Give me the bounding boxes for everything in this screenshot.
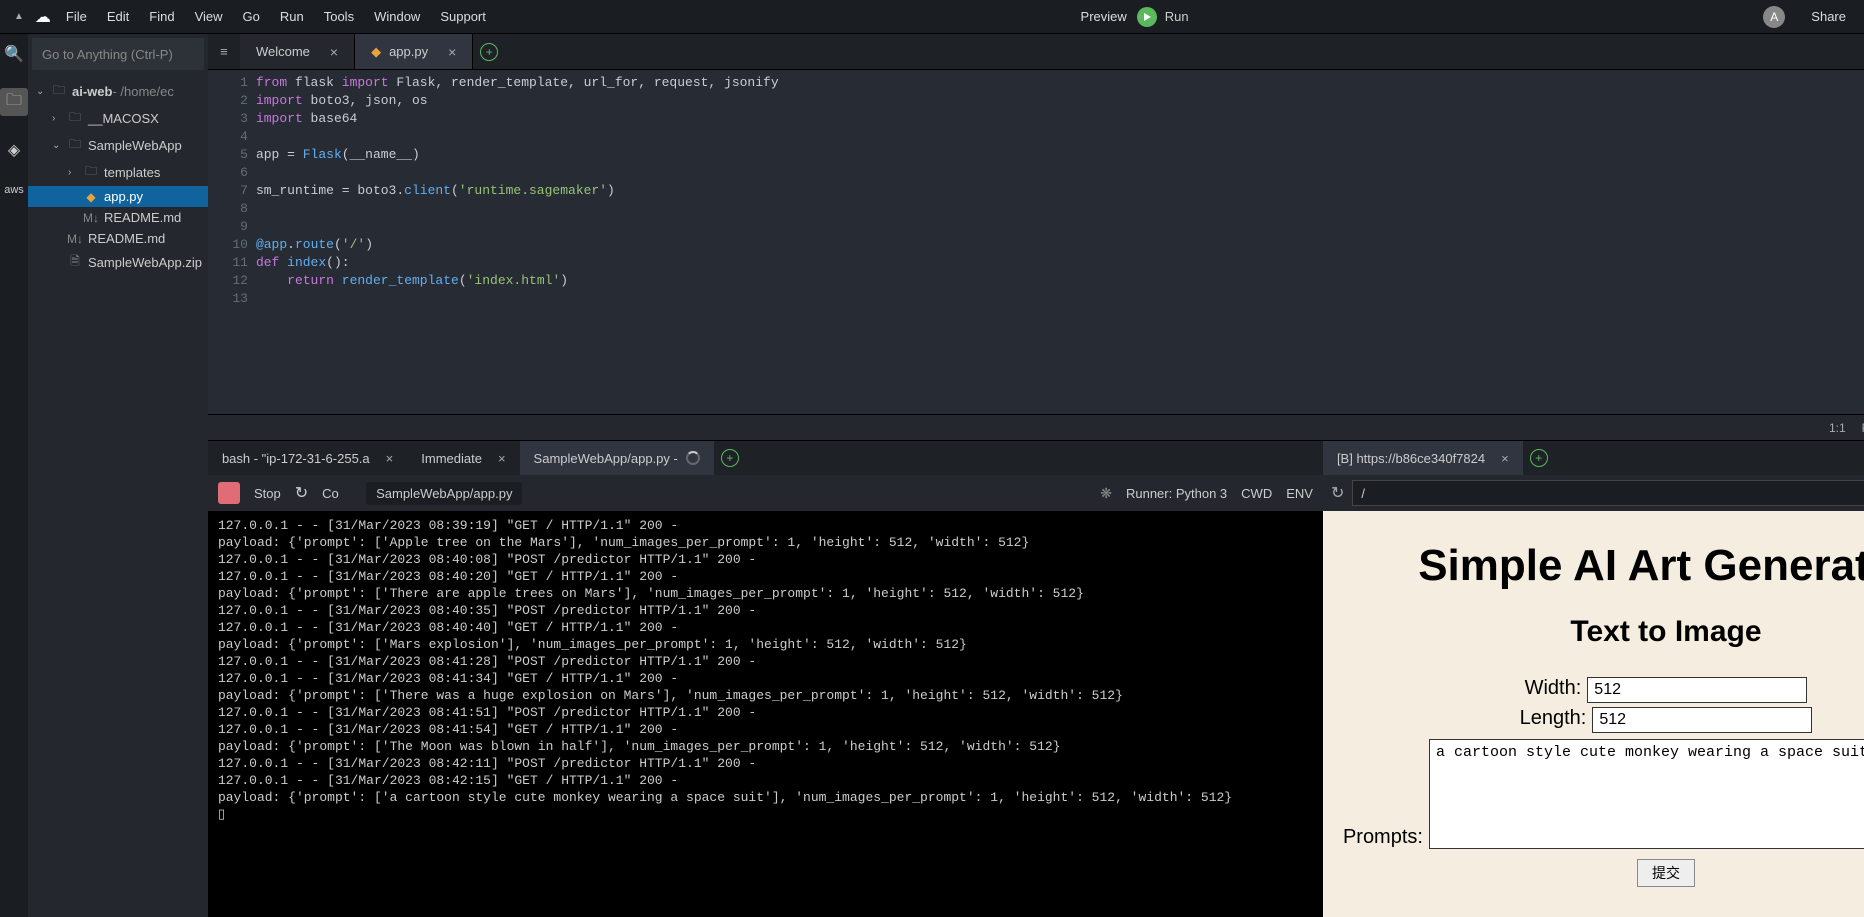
file-explorer: Go to Anything (Ctrl-P) ⌄🗀ai-web - /home… <box>28 34 208 917</box>
submit-button[interactable]: 提交 <box>1637 859 1695 887</box>
close-icon[interactable]: × <box>1501 451 1509 466</box>
menu-support[interactable]: Support <box>430 9 496 24</box>
run-button[interactable]: Run <box>1137 7 1189 27</box>
page-title: Simple AI Art Generator <box>1343 541 1864 591</box>
length-input[interactable] <box>1592 707 1812 733</box>
tree-item-__macosx[interactable]: ›🗀__MACOSX <box>28 105 208 132</box>
stop-label: Stop <box>254 486 281 501</box>
url-input[interactable] <box>1352 480 1864 506</box>
avatar[interactable]: A <box>1763 6 1785 28</box>
tree-item-templates[interactable]: ›🗀templates <box>28 159 208 186</box>
menu-view[interactable]: View <box>185 9 233 24</box>
browser-refresh-icon[interactable] <box>1331 483 1344 503</box>
editor-statusbar: 1:1 Python Spaces: 4 <box>208 414 1864 440</box>
editor-tab-welcome[interactable]: Welcome× <box>240 34 355 69</box>
cursor-position[interactable]: 1:1 <box>1829 421 1846 435</box>
new-browser-tab-button[interactable]: + <box>1523 441 1555 475</box>
top-menubar: ▲ ☁ FileEditFindViewGoRunToolsWindowSupp… <box>0 0 1864 34</box>
environment-icon[interactable]: 🗀 <box>0 88 28 116</box>
menu-window[interactable]: Window <box>364 9 430 24</box>
terminal-tab[interactable]: SampleWebApp/app.py - <box>520 441 714 475</box>
close-icon[interactable]: × <box>386 451 394 466</box>
length-label: Length: <box>1520 707 1587 729</box>
terminal-panel: bash - "ip-172-31-6-255.a×Immediate×Samp… <box>208 441 1323 917</box>
menu-run[interactable]: Run <box>270 9 314 24</box>
preview-button[interactable]: Preview <box>1071 9 1137 24</box>
tree-item-app-py[interactable]: ◆app.py <box>28 186 208 207</box>
cwd-label[interactable]: CWD <box>1241 486 1272 501</box>
menu-find[interactable]: Find <box>139 9 184 24</box>
close-icon[interactable]: × <box>448 44 456 60</box>
tree-item-samplewebapp[interactable]: ⌄🗀SampleWebApp <box>28 132 208 159</box>
search-icon[interactable]: 🔍 <box>0 40 28 68</box>
run-label: Run <box>1165 9 1189 24</box>
width-label: Width: <box>1525 677 1582 699</box>
new-terminal-tab-button[interactable]: + <box>714 441 746 475</box>
cloud9-logo-icon[interactable]: ☁ <box>32 6 54 28</box>
share-button[interactable]: Share <box>1801 9 1856 24</box>
aws-icon[interactable]: aws <box>4 184 24 196</box>
browser-panel: [B] https://b86ce340f7824 × + ❐ × Browse… <box>1323 441 1864 917</box>
collapse-icon[interactable]: ▲ <box>8 11 30 22</box>
hamburger-icon[interactable]: ≡ <box>208 34 240 69</box>
env-label[interactable]: ENV <box>1286 486 1313 501</box>
prompts-label: Prompts: <box>1343 826 1423 849</box>
runner-label[interactable]: Runner: Python 3 <box>1126 486 1227 501</box>
browser-tab[interactable]: [B] https://b86ce340f7824 × <box>1323 441 1523 475</box>
width-input[interactable] <box>1587 677 1807 703</box>
editor-tab-app-py[interactable]: ◆app.py× <box>355 34 473 69</box>
activity-bar: 🔍 🗀 ◈ aws <box>0 34 28 917</box>
terminal-output[interactable]: 127.0.0.1 - - [31/Mar/2023 08:39:19] "GE… <box>208 511 1323 917</box>
prompts-textarea[interactable]: a cartoon style cute monkey wearing a sp… <box>1429 739 1864 849</box>
menu-tools[interactable]: Tools <box>314 9 364 24</box>
play-icon <box>1137 7 1157 27</box>
code-editor[interactable]: 12345678910111213 from flask import Flas… <box>208 70 1864 414</box>
source-control-icon[interactable]: ◈ <box>0 136 28 164</box>
page-subtitle: Text to Image <box>1343 615 1864 649</box>
menu-go[interactable]: Go <box>233 9 270 24</box>
browser-tab-label: [B] https://b86ce340f7824 <box>1337 451 1485 466</box>
tree-item-readme-md[interactable]: M↓README.md <box>28 228 208 249</box>
menu-file[interactable]: File <box>56 9 97 24</box>
close-icon[interactable]: × <box>498 451 506 466</box>
command-label: Co <box>322 486 352 501</box>
refresh-icon[interactable] <box>295 483 308 503</box>
terminal-tab[interactable]: Immediate× <box>407 441 519 475</box>
browser-content: Simple AI Art Generator Text to Image Wi… <box>1323 511 1864 917</box>
bug-icon[interactable] <box>1100 485 1112 502</box>
terminal-tab[interactable]: bash - "ip-172-31-6-255.a× <box>208 441 407 475</box>
command-path[interactable]: SampleWebApp/app.py <box>366 482 522 505</box>
tree-item-samplewebapp-zip[interactable]: 🗎SampleWebApp.zip <box>28 249 208 276</box>
code-content[interactable]: from flask import Flask, render_template… <box>256 70 1864 414</box>
editor-tabbar: ≡ Welcome×◆app.py× + <box>208 34 1864 70</box>
stop-button[interactable] <box>218 482 240 504</box>
goto-anything-input[interactable]: Go to Anything (Ctrl-P) <box>32 38 204 70</box>
tree-root[interactable]: ⌄🗀ai-web - /home/ec <box>28 78 208 105</box>
menu-edit[interactable]: Edit <box>97 9 139 24</box>
close-icon[interactable]: × <box>330 44 338 60</box>
runner-toolbar: Stop Co SampleWebApp/app.py Runner: Pyth… <box>208 475 1323 511</box>
new-tab-button[interactable]: + <box>473 34 505 69</box>
tree-item-readme-md[interactable]: M↓README.md <box>28 207 208 228</box>
